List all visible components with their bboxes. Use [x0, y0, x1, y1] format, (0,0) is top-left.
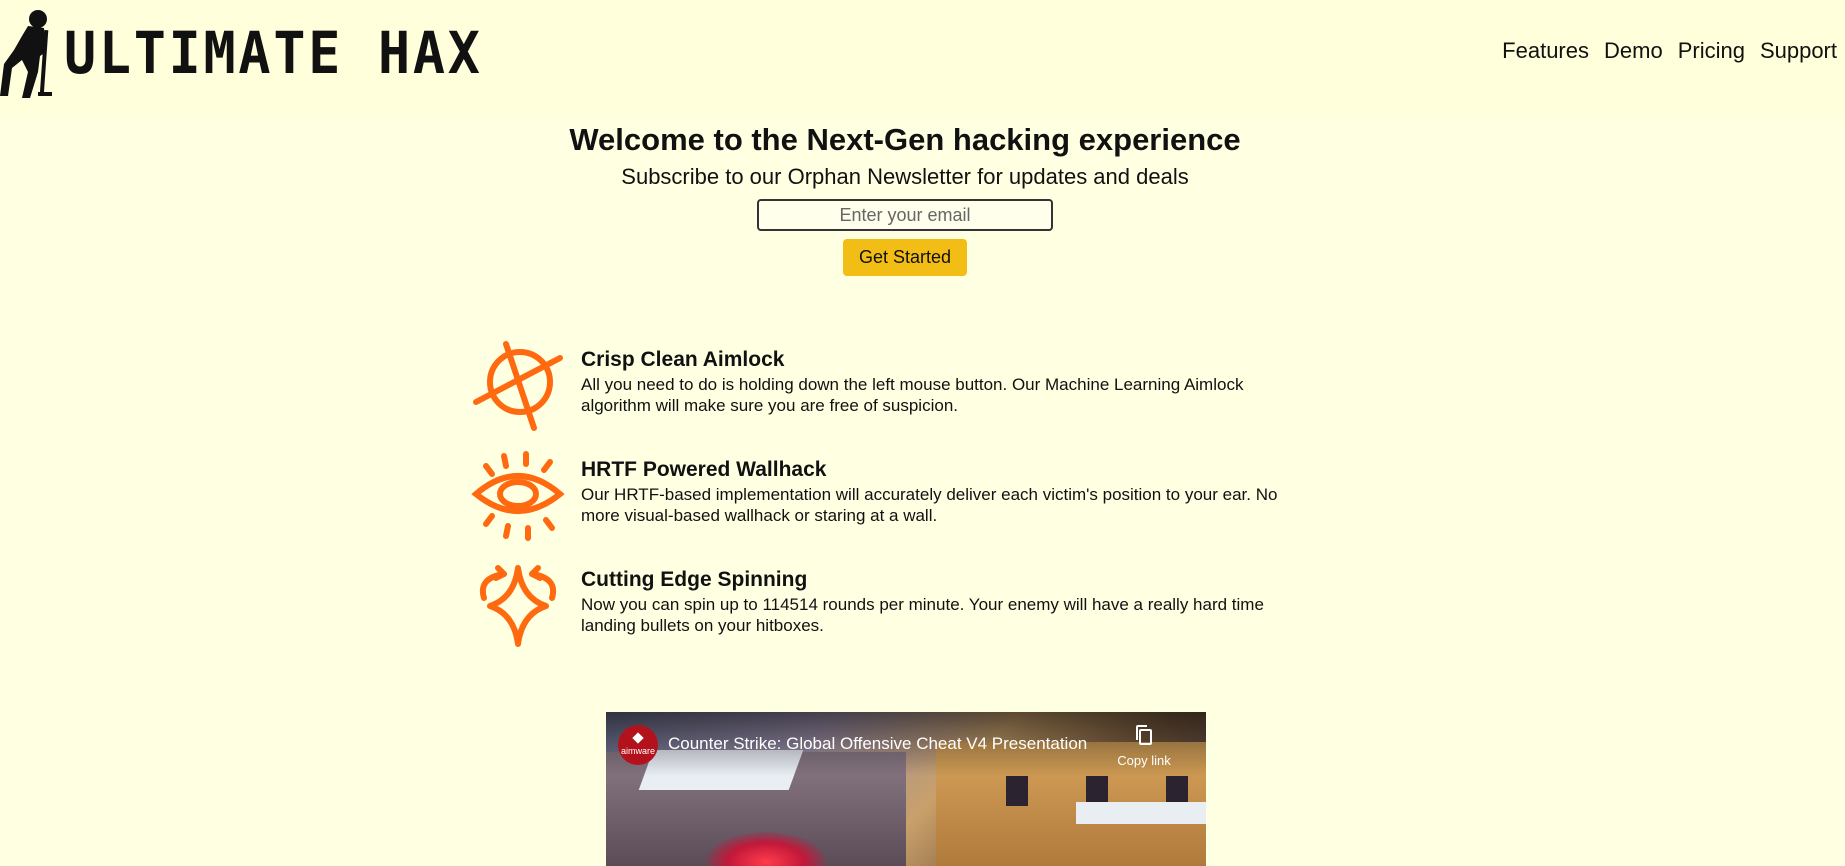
- eye-icon: [471, 451, 565, 541]
- channel-logo-icon: [632, 732, 644, 744]
- hero-title: Welcome to the Next-Gen hacking experien…: [569, 122, 1241, 157]
- nav-support-link[interactable]: Support: [1760, 38, 1837, 64]
- hero-section: Welcome to the Next-Gen hacking experien…: [0, 118, 1810, 276]
- soldier-logo-icon: [0, 10, 52, 98]
- feature-title: Crisp Clean Aimlock: [581, 348, 785, 371]
- main-nav: Features Demo Pricing Support: [1487, 38, 1837, 64]
- copy-link-button[interactable]: Copy link: [1114, 724, 1174, 768]
- nav-pricing-link[interactable]: Pricing: [1678, 38, 1745, 64]
- copy-link-label: Copy link: [1117, 753, 1171, 768]
- nav-features-link[interactable]: Features: [1502, 38, 1589, 64]
- email-input[interactable]: [757, 199, 1053, 231]
- feature-description: Now you can spin up to 114514 rounds per…: [581, 595, 1264, 635]
- feature-title: HRTF Powered Wallhack: [581, 458, 827, 481]
- feature-description: Our HRTF-based implementation will accur…: [581, 485, 1278, 525]
- feature-aimlock: Crisp Clean Aimlock All you need to do i…: [470, 338, 1310, 438]
- hero-subtitle: Subscribe to our Orphan Newsletter for u…: [621, 164, 1189, 189]
- feature-wallhack: HRTF Powered Wallhack Our HRTF-based imp…: [470, 448, 1310, 548]
- video-title[interactable]: Counter Strike: Global Offensive Cheat V…: [668, 732, 1087, 756]
- get-started-button[interactable]: Get Started: [842, 239, 968, 276]
- feature-title: Cutting Edge Spinning: [581, 568, 808, 591]
- feature-description: All you need to do is holding down the l…: [581, 375, 1244, 415]
- demo-video-player[interactable]: aimware Counter Strike: Global Offensive…: [606, 712, 1206, 866]
- crosshair-icon: [473, 341, 563, 431]
- spin-icon: [480, 565, 556, 647]
- logo-wordmark[interactable]: ULTIMATE HAX: [64, 16, 483, 90]
- feature-spinning: Cutting Edge Spinning Now you can spin u…: [470, 558, 1310, 658]
- site-header: ULTIMATE HAX Features Demo Pricing Suppo…: [0, 0, 1845, 118]
- channel-avatar[interactable]: aimware: [618, 725, 658, 765]
- nav-demo-link[interactable]: Demo: [1604, 38, 1663, 64]
- video-window: [1006, 776, 1028, 806]
- channel-name: aimware: [620, 746, 655, 756]
- copy-icon: [1136, 725, 1152, 745]
- video-snow-ledge: [1076, 802, 1206, 824]
